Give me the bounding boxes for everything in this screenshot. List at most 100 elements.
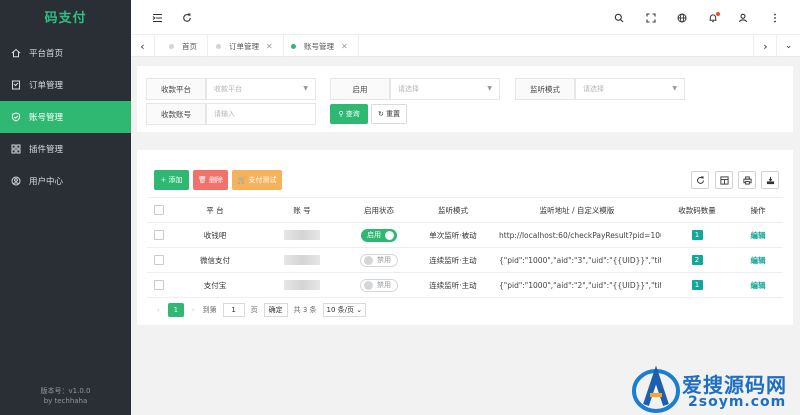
- watermark-logo: 爱搜源码网 2soym.com: [628, 365, 798, 413]
- edit-link[interactable]: 编辑: [751, 231, 766, 240]
- sidebar-item-label: 平台首页: [29, 49, 64, 59]
- account-input[interactable]: 请输入: [206, 103, 316, 125]
- status-toggle[interactable]: 禁用: [360, 278, 398, 292]
- tab-bar: ‹ 首页 订单管理 ✕ 账号管理 ✕ › ⌄: [131, 35, 800, 57]
- export-icon[interactable]: [761, 171, 779, 189]
- menu-fold-icon[interactable]: [150, 11, 164, 25]
- tab-home[interactable]: 首页: [159, 35, 208, 57]
- prev-page-icon[interactable]: ‹: [157, 306, 160, 314]
- mode-cell: 连续监听·主动: [413, 272, 493, 298]
- tab-label: 账号管理: [304, 41, 334, 51]
- sidebar-item-accounts[interactable]: 账号管理: [0, 101, 131, 133]
- bell-icon[interactable]: [706, 11, 720, 25]
- tab-label: 首页: [182, 41, 197, 51]
- account-cell: [259, 247, 345, 273]
- platform-cell: 微信支付: [171, 247, 259, 273]
- sidebar-item-label: 账号管理: [29, 113, 64, 123]
- goto-label: 到第: [202, 306, 217, 314]
- fullscreen-icon[interactable]: [644, 11, 658, 25]
- select-all-checkbox[interactable]: [147, 197, 171, 223]
- count-badge: 2: [691, 255, 703, 265]
- page-number-current[interactable]: 1: [167, 303, 184, 317]
- chevron-down-icon[interactable]: ⌄: [776, 35, 800, 57]
- search-form: 收款平台 收款平台 ▼ 启用 请选择 ▼ 监听模式 请选择 ▼ 收款账号 请输入…: [137, 66, 793, 132]
- edit-link[interactable]: 编辑: [751, 281, 766, 290]
- caret-down-icon: ▼: [303, 85, 308, 92]
- close-icon[interactable]: ✕: [266, 42, 273, 51]
- author-text: by techhaha: [43, 397, 88, 405]
- action-cell: 编辑: [733, 222, 783, 248]
- url-cell: http://localhost:60/checkPayResult?pid=1…: [493, 222, 661, 248]
- platform-select[interactable]: 收款平台 ▼: [206, 78, 316, 100]
- caret-down-icon: ▼: [487, 85, 492, 92]
- sidebar-item-plugins[interactable]: 插件管理: [0, 133, 131, 165]
- home-icon: [11, 48, 21, 58]
- pay-test-label: 支付测试: [248, 176, 277, 184]
- print-icon[interactable]: [738, 171, 756, 189]
- table-row: 微信支付 禁用 连续监听·主动 {"pid":"1000","aid":"3",…: [147, 247, 783, 273]
- user-icon[interactable]: [736, 11, 750, 25]
- platform-cell: 收钱吧: [171, 222, 259, 248]
- mode-select[interactable]: 请选择 ▼: [575, 78, 685, 100]
- sidebar-item-user-center[interactable]: 用户中心: [0, 165, 131, 197]
- column-filter-icon[interactable]: [715, 171, 733, 189]
- table-refresh-icon[interactable]: [691, 171, 709, 189]
- delete-label: 删除: [209, 176, 224, 184]
- edit-link[interactable]: 编辑: [751, 256, 766, 265]
- search-icon: ⚲: [338, 110, 344, 118]
- query-button[interactable]: ⚲ 查询: [330, 104, 368, 124]
- tab-accounts[interactable]: 账号管理 ✕: [281, 35, 359, 57]
- enable-select[interactable]: 请选择 ▼: [390, 78, 500, 100]
- globe-icon[interactable]: [675, 11, 689, 25]
- count-cell: 1: [661, 272, 733, 298]
- url-cell: {"pid":"1000","aid":"2","uid":"{{UID}}",…: [493, 272, 661, 298]
- tab-scroll-left-icon[interactable]: ‹: [131, 35, 155, 57]
- next-page-icon[interactable]: ›: [192, 306, 195, 314]
- plus-icon: +: [160, 176, 167, 184]
- column-header: 平 台: [171, 197, 259, 223]
- column-header: 收款码数量: [661, 197, 733, 223]
- action-cell: 编辑: [733, 247, 783, 273]
- row-checkbox[interactable]: [147, 222, 171, 248]
- enable-placeholder: 请选择: [398, 85, 419, 93]
- sidebar-item-orders[interactable]: 订单管理: [0, 69, 131, 101]
- tab-orders[interactable]: 订单管理 ✕: [206, 35, 284, 57]
- status-cell: 禁用: [345, 247, 413, 273]
- reset-button[interactable]: ↻ 重置: [371, 104, 407, 124]
- pagination: ‹ 1 › 到第 1 页 确定 共 3 条 10 条/页 ⌄: [157, 303, 367, 317]
- account-label: 收款账号: [146, 103, 206, 125]
- more-icon[interactable]: [768, 11, 782, 25]
- table-row: 支付宝 禁用 连续监听·主动 {"pid":"1000","aid":"2","…: [147, 272, 783, 298]
- goto-page-input[interactable]: 1: [222, 303, 245, 317]
- sidebar-item-label: 订单管理: [29, 81, 64, 91]
- row-checkbox[interactable]: [147, 247, 171, 273]
- page-label: 页: [250, 306, 258, 314]
- trash-icon: 🗑: [197, 176, 207, 184]
- add-button[interactable]: + 添加: [154, 170, 189, 190]
- account-placeholder: 请输入: [214, 110, 235, 118]
- count-badge: 1: [691, 280, 703, 290]
- account-table-card: + 添加 🗑 删除 🛒 支付测试 平 台 账 号 启用状态 监听模式 监听地址 …: [137, 150, 793, 325]
- status-toggle[interactable]: 启用: [361, 228, 397, 242]
- shield-check-icon: [11, 112, 21, 122]
- pay-test-button[interactable]: 🛒 支付测试: [232, 170, 282, 190]
- app-logo[interactable]: 码支付: [0, 0, 131, 37]
- row-checkbox[interactable]: [147, 272, 171, 298]
- column-header: 启用状态: [345, 197, 413, 223]
- status-toggle[interactable]: 禁用: [360, 253, 398, 267]
- refresh-icon: ↻: [377, 110, 384, 118]
- mode-label: 监听模式: [515, 78, 575, 100]
- refresh-icon[interactable]: [180, 11, 194, 25]
- status-cell: 启用: [345, 222, 413, 248]
- delete-button[interactable]: 🗑 删除: [193, 170, 228, 190]
- sidebar-item-home[interactable]: 平台首页: [0, 37, 131, 69]
- tab-scroll-right-icon[interactable]: ›: [753, 35, 777, 57]
- page-size-value: 10 条/页: [326, 306, 355, 314]
- toggle-label: 启用: [367, 231, 381, 239]
- page-size-select[interactable]: 10 条/页 ⌄: [322, 303, 367, 317]
- search-icon[interactable]: [612, 11, 626, 25]
- account-cell: [259, 222, 345, 248]
- close-icon[interactable]: ✕: [341, 42, 348, 51]
- enable-label: 启用: [330, 78, 390, 100]
- goto-confirm-button[interactable]: 确定: [263, 303, 288, 317]
